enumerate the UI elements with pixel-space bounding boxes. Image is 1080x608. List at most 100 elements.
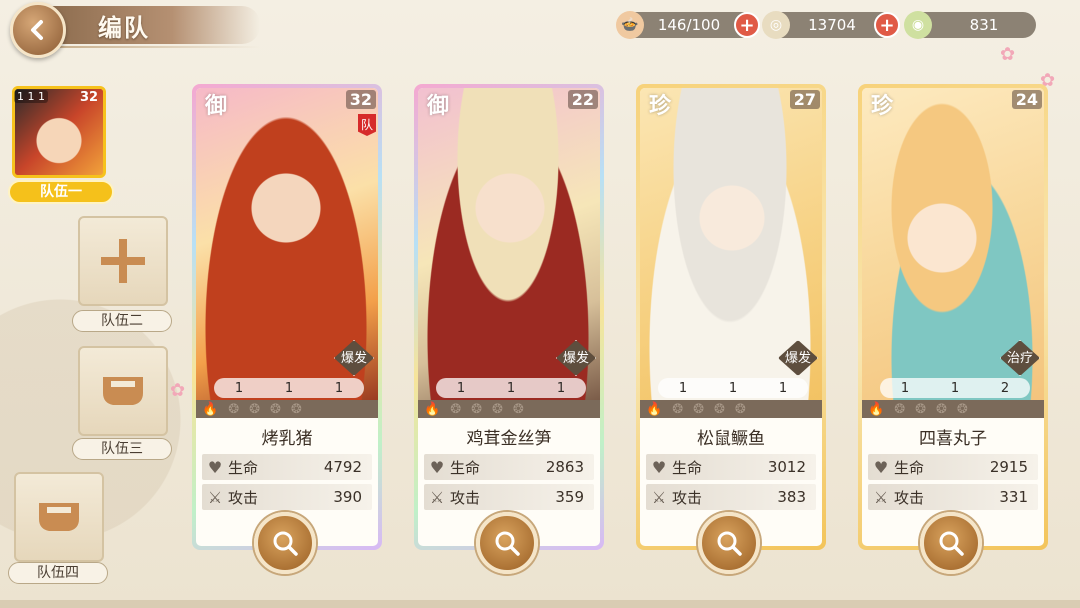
character-level: 27	[789, 90, 820, 109]
star-row: 🔥 ❂ ❂ ❂ ❂	[862, 400, 1044, 418]
skill-level-1: 1	[900, 380, 910, 396]
flame-icon: 🔥	[646, 401, 663, 417]
team-mini-stats: 1 1 1	[14, 90, 48, 103]
view-detail-button[interactable]	[920, 512, 982, 574]
skill-level-3: 2	[1000, 380, 1010, 396]
team-slot-2[interactable]	[78, 216, 168, 306]
hp-value: 2863	[545, 458, 584, 476]
character-level: 24	[1011, 90, 1042, 109]
view-detail-button[interactable]	[254, 512, 316, 574]
character-level: 32	[345, 90, 376, 109]
team-label-4[interactable]: 队伍四	[8, 562, 108, 584]
hp-row: ♥ 生命 3012	[646, 454, 816, 480]
flame-icon: ❂	[249, 401, 260, 417]
atk-label: 攻击	[672, 488, 703, 507]
magnifier-icon	[273, 531, 298, 556]
team-flag-badge: 队	[358, 114, 376, 136]
heart-icon: ♥	[873, 457, 889, 477]
magnifier-icon	[495, 531, 520, 556]
skill-levels: 1 1 1	[214, 378, 364, 398]
hp-value: 3012	[767, 458, 806, 476]
header: 编队 🍲 146/100 + ◎ 13704 + ◉ 831	[0, 0, 1080, 68]
magnifier-icon	[717, 531, 742, 556]
star-row: 🔥 ❂ ❂ ❂ ❂	[196, 400, 378, 418]
flame-icon: 🔥	[424, 401, 441, 417]
character-name: 松鼠鳜鱼	[697, 429, 765, 449]
team-mini-level: 32	[80, 90, 99, 105]
view-detail-button[interactable]	[476, 512, 538, 574]
flame-icon: ❂	[471, 401, 482, 417]
add-coin-button[interactable]: +	[874, 12, 900, 38]
team-label-1[interactable]: 队伍一	[8, 180, 114, 204]
atk-value: 331	[999, 488, 1028, 506]
flame-icon: ❂	[512, 401, 524, 417]
flame-icon: ❂	[270, 401, 281, 417]
character-name: 烤乳猪	[261, 429, 313, 449]
atk-row: ⚔ 攻击 383	[646, 484, 816, 510]
rarity-badge: 珍	[862, 88, 912, 126]
skill-level-3: 1	[778, 380, 788, 396]
sword-icon: ⚔	[873, 487, 889, 507]
plus-icon	[101, 239, 145, 283]
flame-icon: ❂	[693, 401, 704, 417]
view-detail-button[interactable]	[698, 512, 760, 574]
flame-icon: ❂	[450, 401, 462, 417]
title-banner	[40, 6, 260, 44]
back-button[interactable]	[10, 2, 66, 58]
hp-label: 生命	[450, 458, 481, 477]
team-label-2[interactable]: 队伍二	[72, 310, 172, 332]
atk-row: ⚔ 攻击 359	[424, 484, 594, 510]
character-card-3[interactable]: 珍 27 爆发 1 1 1 🔥 ❂ ❂ ❂ ❂ 松鼠鳜鱼 ♥ 生命 3012 ⚔ 攻击 …	[636, 84, 826, 574]
coin-display: ◎ 13704 +	[762, 11, 900, 39]
atk-label: 攻击	[450, 488, 481, 507]
flame-icon: ❂	[894, 401, 906, 417]
rarity-badge: 御	[196, 88, 246, 126]
header-divider	[60, 46, 260, 48]
add-stamina-button[interactable]: +	[734, 12, 760, 38]
blossom-decoration: ✿	[1000, 44, 1016, 65]
hp-label: 生命	[228, 458, 259, 477]
chevron-left-icon	[31, 20, 43, 40]
gem-value: 831	[969, 16, 999, 34]
page-title: 编队	[98, 14, 150, 42]
stamina-display: 🍲 146/100 +	[616, 11, 760, 39]
skill-levels: 1 1 1	[436, 378, 586, 398]
coin-icon: ◎	[762, 11, 790, 39]
hp-label: 生命	[894, 458, 925, 477]
character-name: 四喜丸子	[919, 429, 987, 449]
character-name: 鸡茸金丝笋	[466, 429, 552, 449]
flame-icon: ❂	[936, 401, 947, 417]
character-card-1[interactable]: 御 32 队 爆发 1 1 1 🔥 ❂ ❂ ❂ ❂ 烤乳猪 ♥ 生命 4792 ⚔ 攻击…	[192, 84, 382, 574]
rarity-badge: 御	[418, 88, 468, 126]
hp-value: 4792	[323, 458, 362, 476]
magnifier-icon	[939, 531, 964, 556]
flame-icon: ❂	[956, 401, 968, 417]
hp-label: 生命	[672, 458, 703, 477]
skill-level-2: 1	[284, 380, 294, 396]
atk-value: 359	[555, 488, 584, 506]
sword-icon: ⚔	[207, 487, 223, 507]
skill-level-1: 1	[234, 380, 244, 396]
heart-icon: ♥	[207, 457, 223, 477]
flame-icon: 🔥	[202, 401, 219, 417]
team-label-3[interactable]: 队伍三	[72, 438, 172, 460]
bowl-icon: 🍲	[616, 11, 644, 39]
character-card-2[interactable]: 御 22 爆发 1 1 1 🔥 ❂ ❂ ❂ ❂ 鸡茸金丝笋 ♥ 生命 2863 ⚔ 攻击…	[414, 84, 604, 574]
star-row: 🔥 ❂ ❂ ❂ ❂	[640, 400, 822, 418]
flame-icon: ❂	[492, 401, 503, 417]
sword-icon: ⚔	[429, 487, 445, 507]
skill-level-3: 1	[556, 380, 566, 396]
skill-level-2: 1	[506, 380, 516, 396]
cushion-icon	[103, 377, 143, 405]
team-slot-3[interactable]	[78, 346, 168, 436]
atk-row: ⚔ 攻击 390	[202, 484, 372, 510]
character-card-4[interactable]: 珍 24 治疗 1 1 2 🔥 ❂ ❂ ❂ ❂ 四喜丸子 ♥ 生命 2915 ⚔ 攻击 …	[858, 84, 1048, 574]
gem-icon: ◉	[904, 11, 932, 39]
rarity-badge: 珍	[640, 88, 690, 126]
flame-icon: ❂	[734, 401, 746, 417]
atk-value: 390	[333, 488, 362, 506]
hp-row: ♥ 生命 2863	[424, 454, 594, 480]
flame-icon: ❂	[290, 401, 302, 417]
stamina-value: 146/100	[657, 16, 721, 34]
team-slot-4[interactable]	[14, 472, 104, 562]
